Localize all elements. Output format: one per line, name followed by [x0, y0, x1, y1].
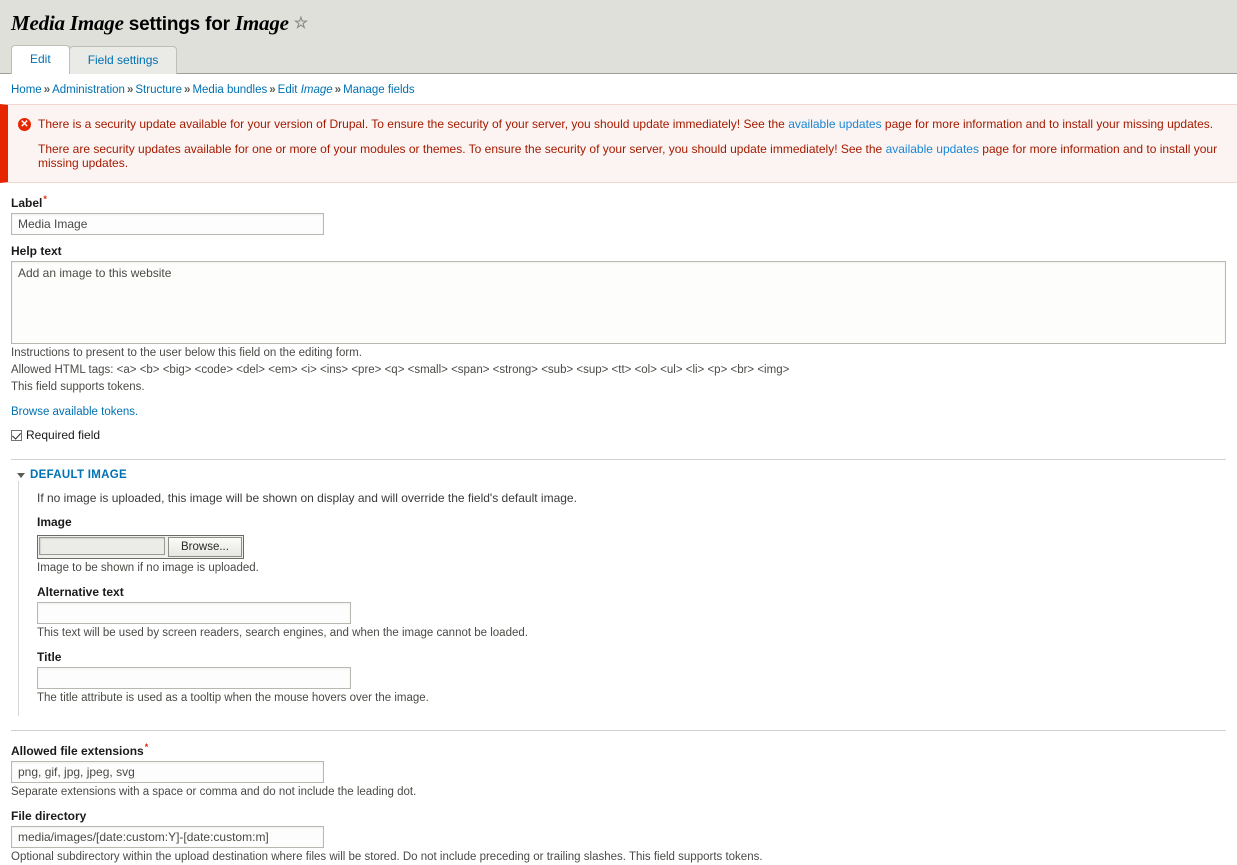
default-image-alt-label: Alternative text	[37, 585, 124, 599]
help-text-desc-allowed-tags: Allowed HTML tags: <a> <b> <big> <code> …	[11, 364, 790, 376]
allowed-extensions-input[interactable]	[11, 761, 324, 783]
message-modules-themes: There are security updates available for…	[38, 142, 1223, 170]
required-field-label: Required field	[26, 428, 101, 442]
allowed-extensions-label: Allowed file extensions*	[11, 740, 1226, 758]
label-field-label-text: Label	[11, 196, 43, 210]
page-header: Media Image settings for Image ☆ Edit Fie…	[0, 0, 1237, 74]
allowed-extensions-label-text: Allowed file extensions	[11, 744, 144, 758]
file-directory-label: File directory	[11, 809, 87, 823]
breadcrumb-separator: »	[269, 84, 276, 96]
fieldset-bottom-divider	[11, 730, 1226, 731]
default-image-title-desc: The title attribute is used as a tooltip…	[37, 692, 429, 704]
breadcrumb-item-structure[interactable]: Structure	[135, 84, 182, 96]
file-path-display[interactable]	[39, 537, 165, 555]
breadcrumb-separator: »	[184, 84, 191, 96]
chevron-down-icon	[17, 472, 25, 478]
breadcrumb-separator: »	[334, 84, 342, 96]
breadcrumb-item-manage-fields[interactable]: Manage fields	[343, 84, 415, 96]
default-image-alt-input[interactable]	[37, 602, 351, 624]
default-image-alt-desc: This text will be used by screen readers…	[37, 627, 528, 639]
page-title-middle: settings for	[123, 14, 235, 35]
default-image-title-input[interactable]	[37, 667, 351, 689]
security-warning-messages: ✕ There is a security update available f…	[0, 104, 1237, 183]
file-directory-desc: Optional subdirectory within the upload …	[11, 851, 763, 863]
file-directory-field-item: File directory Optional subdirectory wit…	[11, 809, 1226, 865]
help-text-desc-instructions: Instructions to present to the user belo…	[11, 347, 362, 359]
default-image-file-label: Image	[37, 515, 72, 529]
message-drupal-core-after: page for more information and to install…	[881, 117, 1214, 131]
allowed-extensions-desc: Separate extensions with a space or comm…	[11, 786, 417, 798]
breadcrumb-item-edit-entity: Image	[300, 84, 333, 96]
message-drupal-core-before: There is a security update available for…	[38, 117, 789, 131]
error-circle-icon: ✕	[18, 118, 31, 131]
default-image-intro: If no image is uploaded, this image will…	[37, 491, 577, 505]
required-field-checkbox[interactable]	[11, 429, 22, 441]
required-marker: *	[43, 194, 47, 204]
default-image-file-desc: Image to be shown if no image is uploade…	[37, 562, 259, 574]
default-image-legend[interactable]: DEFAULT IMAGE	[17, 469, 1226, 481]
required-field-checkbox-row[interactable]: Required field	[11, 428, 1226, 442]
breadcrumb-item-edit-text: Edit	[277, 84, 301, 96]
breadcrumb-item-edit[interactable]: Edit Image	[278, 84, 333, 96]
default-image-body: If no image is uploaded, this image will…	[18, 481, 1226, 716]
message-drupal-core: There is a security update available for…	[38, 117, 1223, 131]
page-title: Media Image settings for Image ☆	[0, 0, 1237, 36]
help-text-textarea[interactable]: Add an image to this website	[11, 261, 1226, 344]
breadcrumb-separator: »	[43, 84, 51, 96]
help-text-desc-tokens: This field supports tokens.	[11, 381, 145, 393]
default-image-title-label: Title	[37, 650, 62, 664]
help-text-field-item: Help text Add an image to this website I…	[11, 244, 1226, 418]
label-field-label: Label*	[11, 192, 1226, 210]
default-image-fieldset: DEFAULT IMAGE If no image is uploaded, t…	[11, 459, 1226, 716]
tab-edit[interactable]: Edit	[11, 45, 70, 74]
required-marker: *	[144, 742, 149, 752]
available-updates-link[interactable]: available updates	[788, 117, 881, 131]
primary-tabs: Edit Field settings	[11, 45, 178, 74]
page-title-entity: Media Image	[11, 11, 124, 35]
browse-available-tokens-link[interactable]: Browse available tokens.	[11, 406, 1226, 418]
page-title-bundle: Image	[234, 11, 289, 35]
file-directory-input[interactable]	[11, 826, 324, 848]
field-settings-form: Label* Help text Add an image to this we…	[0, 192, 1237, 865]
tab-field-settings[interactable]: Field settings	[68, 46, 178, 74]
star-outline-icon[interactable]: ☆	[294, 16, 308, 32]
available-updates-link[interactable]: available updates	[886, 142, 979, 156]
browse-button[interactable]: Browse...	[168, 537, 242, 557]
label-input[interactable]	[11, 213, 324, 235]
breadcrumb-item-home[interactable]: Home	[11, 84, 42, 96]
message-modules-themes-before: There are security updates available for…	[38, 142, 886, 156]
default-image-legend-label: DEFAULT IMAGE	[30, 469, 127, 481]
breadcrumb-item-administration[interactable]: Administration	[52, 84, 125, 96]
breadcrumb-item-media-bundles[interactable]: Media bundles	[192, 84, 267, 96]
tab-edit-label: Edit	[30, 52, 51, 66]
tab-field-settings-label: Field settings	[87, 53, 159, 67]
breadcrumb-separator: »	[126, 84, 134, 96]
help-text-label: Help text	[11, 244, 62, 258]
default-image-file-input[interactable]: Browse...	[37, 535, 244, 559]
allowed-extensions-field-item: Allowed file extensions* Separate extens…	[11, 740, 1226, 800]
breadcrumb: Home» Administration» Structure» Media bund…	[0, 74, 1237, 104]
label-field-item: Label*	[11, 192, 1226, 235]
